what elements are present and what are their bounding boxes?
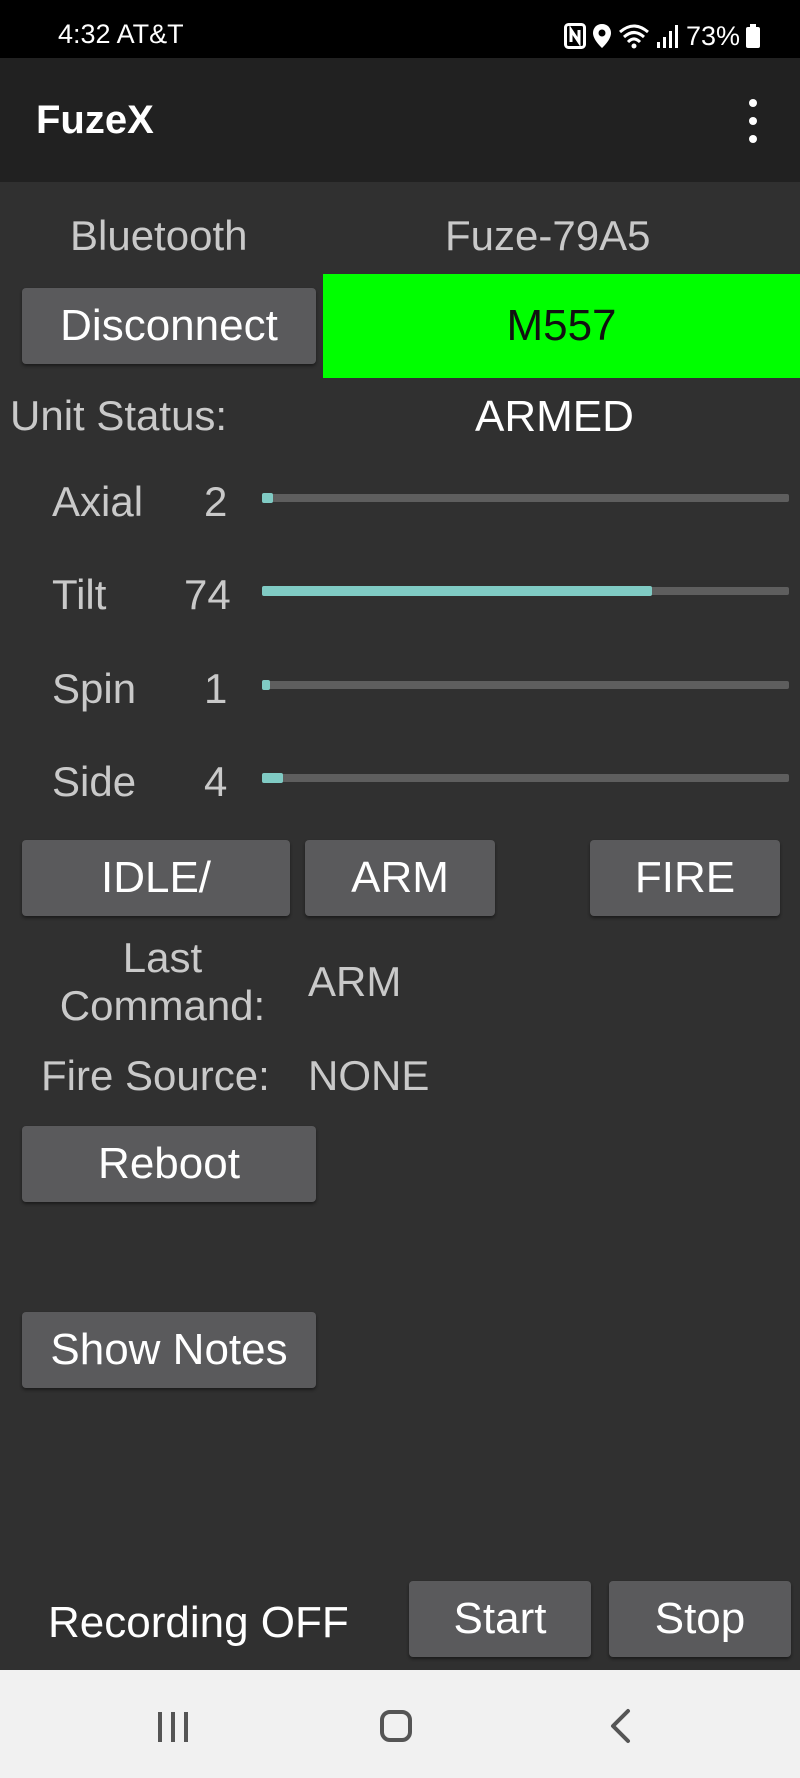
- sensor-fill: [262, 680, 270, 690]
- stop-button[interactable]: Stop: [609, 1581, 791, 1657]
- back-icon[interactable]: [608, 1708, 632, 1744]
- fire-source-value: NONE: [308, 1052, 430, 1099]
- last-command-label-line2: Command:: [59, 982, 266, 1029]
- clock: 4:32: [58, 19, 111, 49]
- sensor-bar-axial: [262, 493, 789, 503]
- navigation-bar: [0, 1670, 800, 1778]
- reboot-button[interactable]: Reboot: [22, 1126, 316, 1202]
- sensor-label-side: Side: [52, 758, 137, 805]
- unit-status-value: ARMED: [475, 392, 634, 441]
- recording-status: Recording OFF: [48, 1598, 349, 1647]
- show-notes-button[interactable]: Show Notes: [22, 1312, 316, 1388]
- connection-type: Bluetooth: [70, 212, 248, 259]
- home-icon[interactable]: [380, 1710, 412, 1742]
- wifi-icon: [618, 24, 649, 49]
- signal-icon: [656, 25, 678, 48]
- location-icon: [592, 24, 611, 48]
- idle-button[interactable]: IDLE/: [22, 840, 290, 916]
- sensor-label-spin: Spin: [52, 665, 137, 712]
- sensor-bar-side: [262, 773, 789, 783]
- sensor-label-axial: Axial: [52, 478, 144, 525]
- carrier: AT&T: [116, 19, 184, 49]
- last-command-label-line1: Last: [122, 934, 203, 981]
- more-vert-icon[interactable]: [742, 99, 764, 143]
- device-name: Fuze-79A5: [445, 212, 651, 259]
- last-command-label: Last Command:: [30, 934, 295, 1030]
- status-bar: 4:32 AT&T 73%: [0, 0, 800, 58]
- recents-icon[interactable]: [158, 1712, 188, 1742]
- battery-icon: [746, 24, 760, 48]
- sensor-value-tilt: 74: [184, 571, 231, 618]
- sensor-value-spin: 1: [204, 665, 228, 712]
- unit-status-label: Unit Status:: [10, 392, 228, 439]
- sensor-bar-spin: [262, 680, 789, 690]
- battery-percent: 73%: [685, 20, 740, 51]
- sensor-value-axial: 2: [204, 478, 228, 525]
- sensor-label-tilt: Tilt: [52, 571, 107, 618]
- sensor-value-side: 4: [204, 758, 228, 805]
- sensor-fill: [262, 493, 273, 503]
- app-bar: FuzeX: [0, 58, 800, 182]
- fire-source-label: Fire Source:: [41, 1052, 270, 1099]
- sensor-bar-tilt: [262, 586, 789, 596]
- start-button[interactable]: Start: [409, 1581, 591, 1657]
- nfc-icon: [563, 23, 586, 49]
- app-title: FuzeX: [36, 98, 154, 142]
- sensor-fill: [262, 773, 284, 783]
- disconnect-button[interactable]: Disconnect: [22, 288, 316, 364]
- arm-button[interactable]: ARM: [305, 840, 495, 916]
- last-command-value: ARM: [308, 958, 402, 1005]
- sensor-fill: [262, 586, 652, 596]
- status-time: 4:32 AT&T: [58, 19, 184, 50]
- status-icons: 73%: [563, 19, 760, 53]
- model-indicator: M557: [323, 274, 800, 378]
- fire-button[interactable]: FIRE: [590, 840, 780, 916]
